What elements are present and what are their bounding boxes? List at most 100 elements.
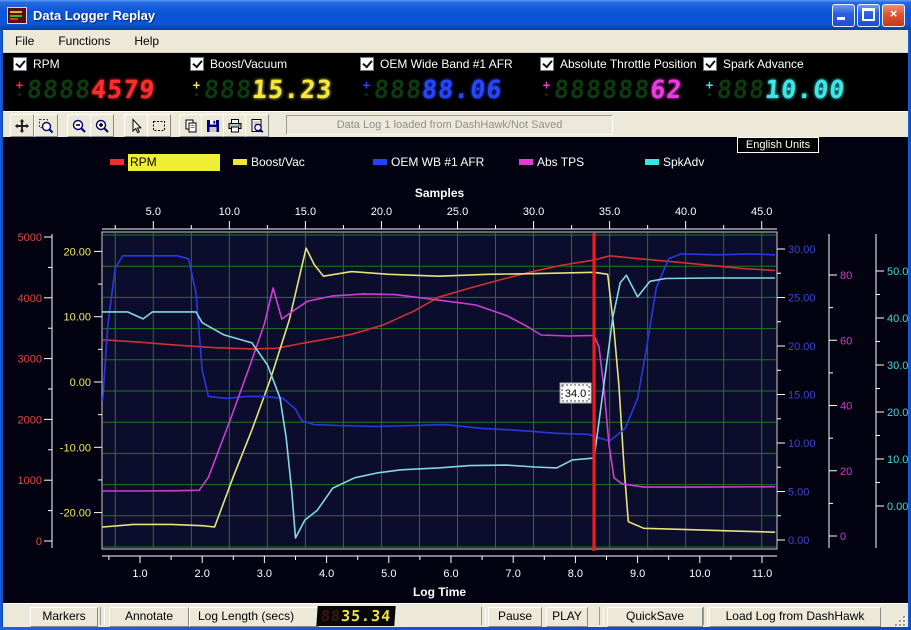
svg-text:20: 20 <box>840 466 852 478</box>
channel-checkbox[interactable] <box>540 56 554 71</box>
zoom-window-button[interactable] <box>34 114 58 137</box>
svg-text:4000: 4000 <box>18 293 42 305</box>
cursor-tooltip: 34.0 <box>559 382 592 404</box>
zoom-out-button[interactable] <box>67 114 91 137</box>
zoom-in-button[interactable] <box>90 114 114 137</box>
svg-text:10.0: 10.0 <box>689 568 710 580</box>
legend-label: Boost/Vac <box>251 155 305 169</box>
toolbar: Data Log 1 loaded from DashHawk/Not Save… <box>3 111 908 138</box>
svg-text:40: 40 <box>840 401 852 413</box>
svg-text:60: 60 <box>840 335 852 347</box>
quicksave-button[interactable]: QuickSave <box>607 607 703 627</box>
zoom-in-icon <box>95 119 109 133</box>
led-display: + - 88815.23 <box>192 75 334 104</box>
menu-functions[interactable]: Functions <box>46 31 122 51</box>
pan-button[interactable] <box>10 114 34 137</box>
svg-text:0: 0 <box>36 536 42 548</box>
svg-text:7.0: 7.0 <box>506 568 521 580</box>
markers-button[interactable]: Markers <box>30 607 98 627</box>
svg-text:0.00: 0.00 <box>788 535 809 547</box>
copy-icon <box>185 119 197 132</box>
svg-text:15.00: 15.00 <box>788 390 816 402</box>
svg-text:10.00: 10.00 <box>788 438 816 450</box>
legend-item-boost-vac[interactable]: Boost/Vac <box>233 153 305 171</box>
legend-swatch <box>110 159 124 165</box>
legend-item-oem-wb-1-afr[interactable]: OEM WB #1 AFR <box>373 153 484 171</box>
status-message: Data Log 1 loaded from DashHawk/Not Save… <box>286 115 613 135</box>
svg-text:25.0: 25.0 <box>447 206 468 218</box>
svg-text:6.0: 6.0 <box>443 568 458 580</box>
legend-label: Abs TPS <box>537 155 585 169</box>
zoom-window-icon <box>39 118 54 133</box>
svg-text:30.00: 30.00 <box>788 244 816 256</box>
app-icon <box>7 6 27 24</box>
svg-text:30.0: 30.0 <box>887 360 908 372</box>
legend-item-rpm[interactable]: RPM <box>110 153 220 171</box>
svg-text:20.00: 20.00 <box>63 246 91 258</box>
legend-item-abs-tps[interactable]: Abs TPS <box>519 153 584 171</box>
print-preview-button[interactable] <box>245 114 269 137</box>
title-bar[interactable]: Data Logger Replay × <box>0 0 911 30</box>
units-label: English Units <box>737 137 819 153</box>
svg-text:5.0: 5.0 <box>146 206 161 218</box>
legend-swatch <box>233 159 247 165</box>
channel-spark-advance: Spark Advance + - 88810.00 <box>703 56 881 104</box>
play-button[interactable]: PLAY <box>546 607 588 627</box>
svg-text:10.0: 10.0 <box>219 206 240 218</box>
svg-text:40.0: 40.0 <box>675 206 696 218</box>
svg-text:3.0: 3.0 <box>257 568 272 580</box>
log-length-display: 88 35.34 <box>316 606 396 626</box>
svg-text:2000: 2000 <box>18 414 42 426</box>
svg-text:45.0: 45.0 <box>751 206 772 218</box>
data-log-chart[interactable]: 5.0 10.0 15.0 20.0 25.0 30.0 35.0 40.0 45.0 Sampl… <box>3 137 908 603</box>
channel-checkbox[interactable] <box>360 56 374 71</box>
channel-label: Absolute Throttle Position <box>560 56 697 71</box>
svg-text:11.0: 11.0 <box>752 568 773 580</box>
channel-checkbox[interactable] <box>703 56 717 71</box>
legend-label: SpkAdv <box>663 155 705 169</box>
svg-text:15.0: 15.0 <box>295 206 316 218</box>
led-display: + - 88884579 <box>15 75 157 104</box>
svg-text:50.0: 50.0 <box>887 266 908 278</box>
channel-label: OEM Wide Band #1 AFR <box>380 56 513 71</box>
svg-text:5000: 5000 <box>18 232 42 244</box>
load-log-button[interactable]: Load Log from DashHawk <box>709 607 881 627</box>
channel-checkbox[interactable] <box>13 56 27 71</box>
svg-text:0: 0 <box>840 531 846 543</box>
legend-item-spkadv[interactable]: SpkAdv <box>645 153 704 171</box>
annotate-button[interactable]: Annotate <box>109 607 189 627</box>
print-button[interactable] <box>223 114 247 137</box>
copy-button[interactable] <box>179 114 203 137</box>
legend-swatch <box>645 159 659 165</box>
chart-region: 5.0 10.0 15.0 20.0 25.0 30.0 35.0 40.0 45.0 Sampl… <box>3 137 908 603</box>
menu-help[interactable]: Help <box>122 31 171 51</box>
svg-text:35.0: 35.0 <box>599 206 620 218</box>
channel-boost-vacuum: Boost/Vacuum + - 88815.23 <box>190 56 368 104</box>
channel-oem-wide-band-1-afr: OEM Wide Band #1 AFR + - 88888.06 <box>360 56 538 104</box>
svg-text:20.00: 20.00 <box>788 341 816 353</box>
channel-checkbox[interactable] <box>190 56 204 71</box>
svg-text:Log Time: Log Time <box>413 585 466 599</box>
select-region-button[interactable] <box>147 114 171 137</box>
svg-text:20.0: 20.0 <box>371 206 392 218</box>
save-button[interactable] <box>201 114 225 137</box>
svg-text:80: 80 <box>840 270 852 282</box>
minimize-button[interactable] <box>832 3 855 27</box>
channel-absolute-throttle-position: Absolute Throttle Position + - 88888862 <box>540 56 718 104</box>
svg-text:20.0: 20.0 <box>887 407 908 419</box>
svg-text:2.0: 2.0 <box>195 568 210 580</box>
resize-grip[interactable] <box>891 612 905 626</box>
pause-button[interactable]: Pause <box>488 607 542 627</box>
menu-file[interactable]: File <box>3 31 46 51</box>
led-display: + - 88810.00 <box>705 75 847 104</box>
print-icon <box>228 118 242 132</box>
zoom-out-icon <box>72 119 86 133</box>
close-button[interactable]: × <box>882 3 905 27</box>
svg-text:8.0: 8.0 <box>568 568 583 580</box>
channel-label: Spark Advance <box>723 56 804 71</box>
select-region-icon <box>153 120 165 131</box>
cursor-button[interactable] <box>124 114 148 137</box>
maximize-button[interactable] <box>857 3 880 27</box>
save-icon <box>207 119 219 132</box>
led-display: + - 88888.06 <box>362 75 504 104</box>
